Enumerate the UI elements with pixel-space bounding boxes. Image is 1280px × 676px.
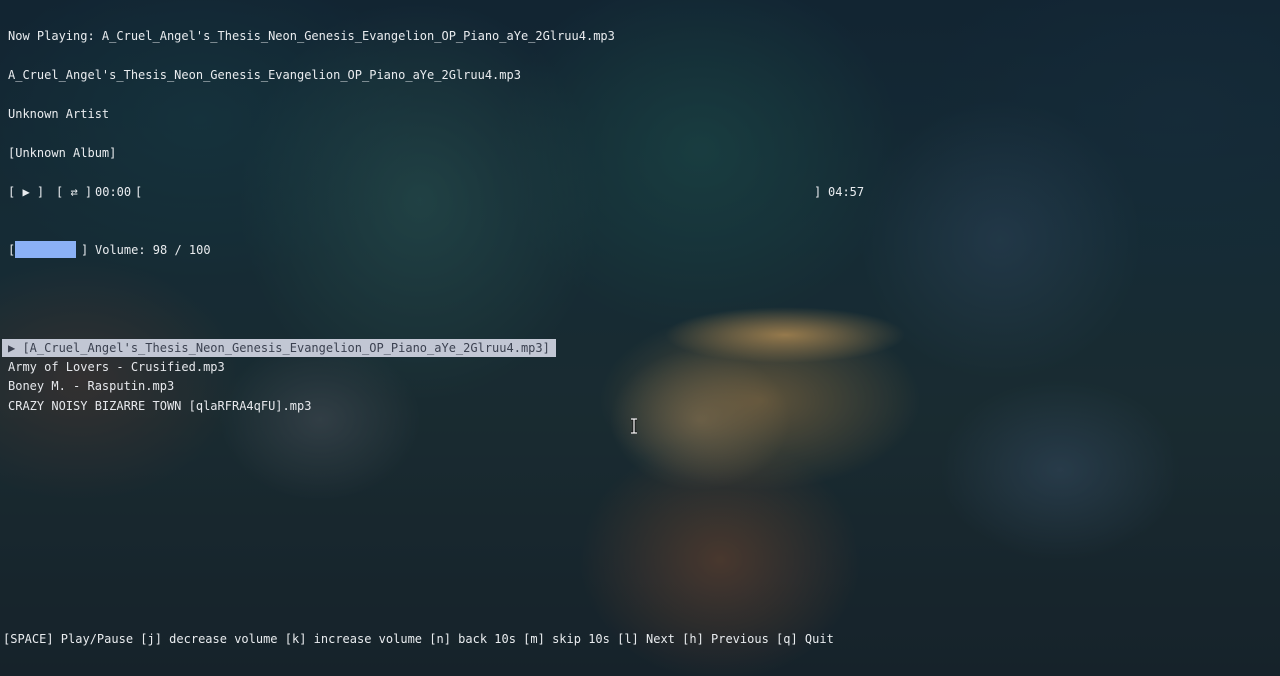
terminal-window[interactable]: Now Playing: A_Cruel_Angel's_Thesis_Neon… <box>0 0 1280 676</box>
volume-bar-fill[interactable] <box>15 241 76 258</box>
playlist-item[interactable]: CRAZY NOISY BIZARRE TOWN [qlaRFRA4qFU].m… <box>8 398 311 414</box>
text-cursor-icon <box>631 418 637 434</box>
keybinding-help-bar: [SPACE] Play/Pause [j] decrease volume [… <box>3 632 834 646</box>
playlist-item[interactable]: Boney M. - Rasputin.mp3 <box>8 378 174 394</box>
track-duration: 04:57 <box>828 185 865 199</box>
elapsed-time: 00:00 <box>95 185 132 199</box>
volume-bar-close: ] <box>81 243 89 257</box>
progress-bar-close: ] <box>814 185 822 199</box>
playlist-item-selected[interactable]: ▶ [A_Cruel_Angel's_Thesis_Neon_Genesis_E… <box>2 339 556 357</box>
track-title: A_Cruel_Angel's_Thesis_Neon_Genesis_Evan… <box>8 68 521 82</box>
play-button[interactable]: [ ▶ ] <box>8 184 44 200</box>
playlist-item[interactable]: Army of Lovers - Crusified.mp3 <box>8 359 225 375</box>
progress-bar-open: [ <box>135 185 143 199</box>
volume-label: Volume: 98 / 100 <box>95 243 211 257</box>
track-album: [Unknown Album] <box>8 146 117 160</box>
track-artist: Unknown Artist <box>8 107 110 121</box>
repeat-button[interactable]: [ ⇄ ] <box>56 184 92 200</box>
now-playing-label: Now Playing: A_Cruel_Angel's_Thesis_Neon… <box>8 29 615 43</box>
